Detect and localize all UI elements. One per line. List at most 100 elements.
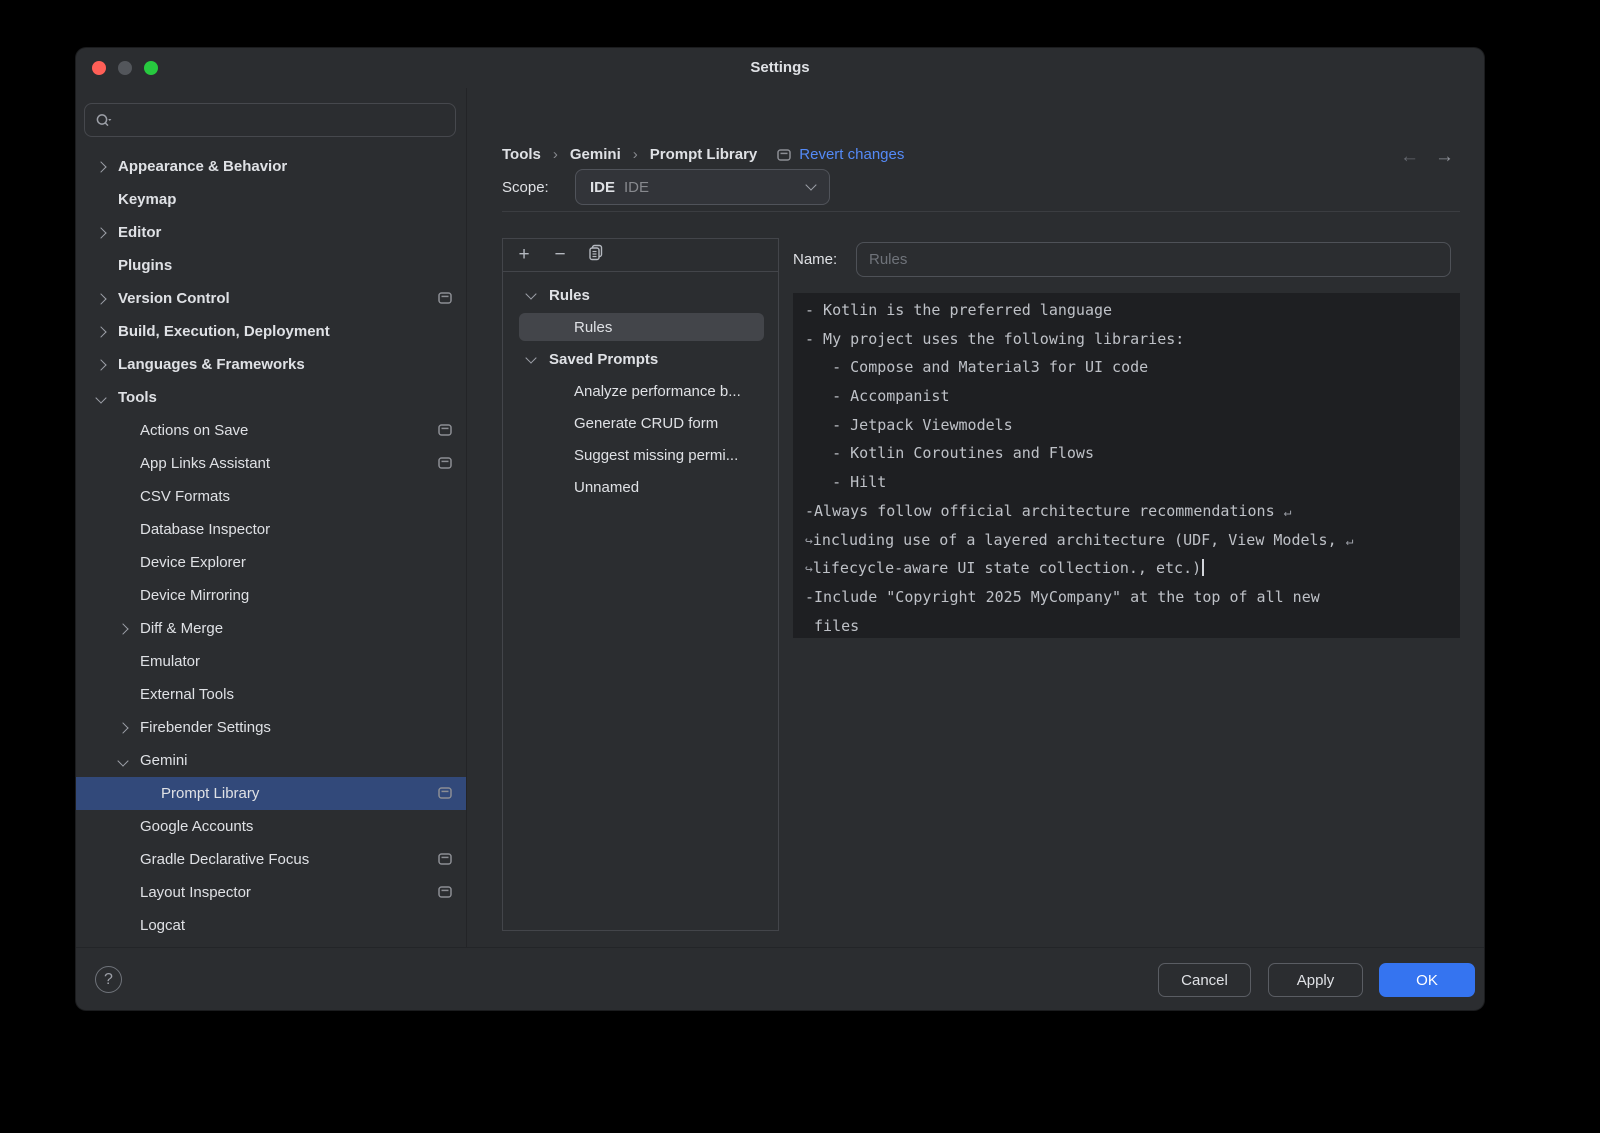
sidebar-item-google-accounts[interactable]: Google Accounts xyxy=(76,810,466,843)
prompt-item-label: Unnamed xyxy=(574,479,639,496)
chevron-right-icon: › xyxy=(633,146,638,163)
sidebar-item-build-execution-deployment[interactable]: Build, Execution, Deployment xyxy=(76,315,466,348)
editor-line: files xyxy=(805,612,1452,638)
editor-line: - Kotlin is the preferred language xyxy=(805,296,1452,325)
editor-line: - Jetpack Viewmodels xyxy=(805,411,1452,440)
sidebar-item-label: Firebender Settings xyxy=(140,719,271,736)
editor-line-text: -Include "Copyright 2025 MyCompany" at t… xyxy=(805,588,1320,606)
chevron-right-icon[interactable] xyxy=(95,227,106,238)
chevron-down-icon[interactable] xyxy=(525,288,536,299)
chevron-right-icon[interactable] xyxy=(117,623,128,634)
editor-line: - My project uses the following librarie… xyxy=(805,325,1452,354)
copy-prompt-button[interactable] xyxy=(585,244,607,266)
chevron-down-icon[interactable] xyxy=(525,352,536,363)
chevron-down-icon[interactable] xyxy=(95,392,106,403)
sidebar-item-appearance-behavior[interactable]: Appearance & Behavior xyxy=(76,150,466,183)
sidebar-item-layout-inspector[interactable]: Layout Inspector xyxy=(76,876,466,909)
prompt-group-saved-prompts[interactable]: Saved Prompts xyxy=(503,343,778,375)
modified-indicator-icon xyxy=(438,424,452,436)
sidebar-item-label: External Tools xyxy=(140,686,234,703)
sidebar-item-logcat[interactable]: Logcat xyxy=(76,909,466,942)
sidebar-item-label: Emulator xyxy=(140,653,200,670)
chevron-right-icon[interactable] xyxy=(117,722,128,733)
breadcrumb-tools[interactable]: Tools xyxy=(502,146,541,163)
sidebar-item-label: Keymap xyxy=(118,191,176,208)
chevron-right-icon[interactable] xyxy=(95,359,106,370)
prompt-item-label: Generate CRUD form xyxy=(574,415,718,432)
prompt-item-unnamed[interactable]: Unnamed xyxy=(503,471,778,503)
chevron-right-icon[interactable] xyxy=(95,161,106,172)
search-icon xyxy=(95,113,112,128)
prompt-text-editor[interactable]: - Kotlin is the preferred language- My p… xyxy=(793,293,1460,638)
apply-button[interactable]: Apply xyxy=(1268,963,1363,997)
prompt-group-rules[interactable]: Rules xyxy=(503,279,778,311)
prompt-item-suggest-missing-permi[interactable]: Suggest missing permi... xyxy=(503,439,778,471)
sidebar-item-device-mirroring[interactable]: Device Mirroring xyxy=(76,579,466,612)
sidebar-item-label: Gradle Declarative Focus xyxy=(140,851,309,868)
modified-indicator-icon xyxy=(438,292,452,304)
editor-line: - Kotlin Coroutines and Flows xyxy=(805,439,1452,468)
sidebar-item-external-tools[interactable]: External Tools xyxy=(76,678,466,711)
sidebar-item-actions-on-save[interactable]: Actions on Save xyxy=(76,414,466,447)
sidebar-item-tools[interactable]: Tools xyxy=(76,381,466,414)
soft-wrap-end-icon: ↵ xyxy=(1346,534,1354,549)
sidebar-item-languages-frameworks[interactable]: Languages & Frameworks xyxy=(76,348,466,381)
prompt-name-input[interactable] xyxy=(856,242,1451,277)
sidebar-item-gemini[interactable]: Gemini xyxy=(76,744,466,777)
editor-line: ↪including use of a layered architecture… xyxy=(805,526,1452,555)
scope-dropdown[interactable]: IDE IDE xyxy=(575,169,830,205)
sidebar-item-label: Tools xyxy=(118,389,157,406)
sidebar-item-label: Languages & Frameworks xyxy=(118,356,305,373)
sidebar-item-label: Plugins xyxy=(118,257,172,274)
sidebar-item-device-explorer[interactable]: Device Explorer xyxy=(76,546,466,579)
sidebar-item-prompt-library[interactable]: Prompt Library xyxy=(76,777,466,810)
chevron-right-icon[interactable] xyxy=(95,293,106,304)
sidebar-item-label: Build, Execution, Deployment xyxy=(118,323,330,340)
chevron-right-icon[interactable] xyxy=(95,326,106,337)
breadcrumb: Tools › Gemini › Prompt Library Revert c… xyxy=(502,146,904,163)
sidebar-item-label: App Links Assistant xyxy=(140,455,270,472)
forward-arrow-icon[interactable]: → xyxy=(1435,146,1454,168)
sidebar-item-firebender-settings[interactable]: Firebender Settings xyxy=(76,711,466,744)
sidebar-item-label: Gemini xyxy=(140,752,188,769)
settings-sidebar: Appearance & Behavior Keymap Editor Plugins… xyxy=(76,88,467,947)
title-bar: Settings xyxy=(76,48,1484,88)
sidebar-item-keymap[interactable]: Keymap xyxy=(76,183,466,216)
sidebar-item-label: Layout Inspector xyxy=(140,884,251,901)
editor-line: - Accompanist xyxy=(805,382,1452,411)
editor-line-text: - Accompanist xyxy=(805,387,950,405)
sidebar-item-csv-formats[interactable]: CSV Formats xyxy=(76,480,466,513)
modified-indicator-icon xyxy=(438,853,452,865)
sidebar-item-gradle-declarative-focus[interactable]: Gradle Declarative Focus xyxy=(76,843,466,876)
sidebar-item-plugins[interactable]: Plugins xyxy=(76,249,466,282)
help-button[interactable]: ? xyxy=(95,966,122,993)
prompt-item-analyze-performance-b[interactable]: Analyze performance b... xyxy=(503,375,778,407)
editor-line: -Include "Copyright 2025 MyCompany" at t… xyxy=(805,583,1452,612)
settings-search-box[interactable] xyxy=(84,103,456,137)
editor-line-text: lifecycle-aware UI state collection., et… xyxy=(813,559,1201,577)
editor-line-text: -Always follow official architecture rec… xyxy=(805,502,1284,520)
prompt-list: RulesRulesSaved PromptsAnalyze performan… xyxy=(503,272,778,503)
window-title: Settings xyxy=(76,59,1484,76)
prompt-item-rules[interactable]: Rules xyxy=(503,311,778,343)
sidebar-item-diff-merge[interactable]: Diff & Merge xyxy=(76,612,466,645)
prompt-group-label: Rules xyxy=(549,287,590,304)
sidebar-item-app-links-assistant[interactable]: App Links Assistant xyxy=(76,447,466,480)
sidebar-item-editor[interactable]: Editor xyxy=(76,216,466,249)
revert-changes-link[interactable]: Revert changes xyxy=(799,146,904,163)
breadcrumb-gemini[interactable]: Gemini xyxy=(570,146,621,163)
settings-search-input[interactable] xyxy=(118,112,455,128)
sidebar-item-database-inspector[interactable]: Database Inspector xyxy=(76,513,466,546)
sidebar-item-emulator[interactable]: Emulator xyxy=(76,645,466,678)
add-prompt-button[interactable]: + xyxy=(513,245,535,265)
back-arrow-icon[interactable]: ← xyxy=(1400,146,1419,168)
sidebar-item-label: CSV Formats xyxy=(140,488,230,505)
prompt-item-generate-crud-form[interactable]: Generate CRUD form xyxy=(503,407,778,439)
cancel-button[interactable]: Cancel xyxy=(1158,963,1251,997)
sidebar-item-version-control[interactable]: Version Control xyxy=(76,282,466,315)
sidebar-item-label: Device Explorer xyxy=(140,554,246,571)
ok-button[interactable]: OK xyxy=(1379,963,1475,997)
chevron-down-icon[interactable] xyxy=(117,755,128,766)
remove-prompt-button[interactable]: − xyxy=(549,245,571,265)
sidebar-item-label: Diff & Merge xyxy=(140,620,223,637)
